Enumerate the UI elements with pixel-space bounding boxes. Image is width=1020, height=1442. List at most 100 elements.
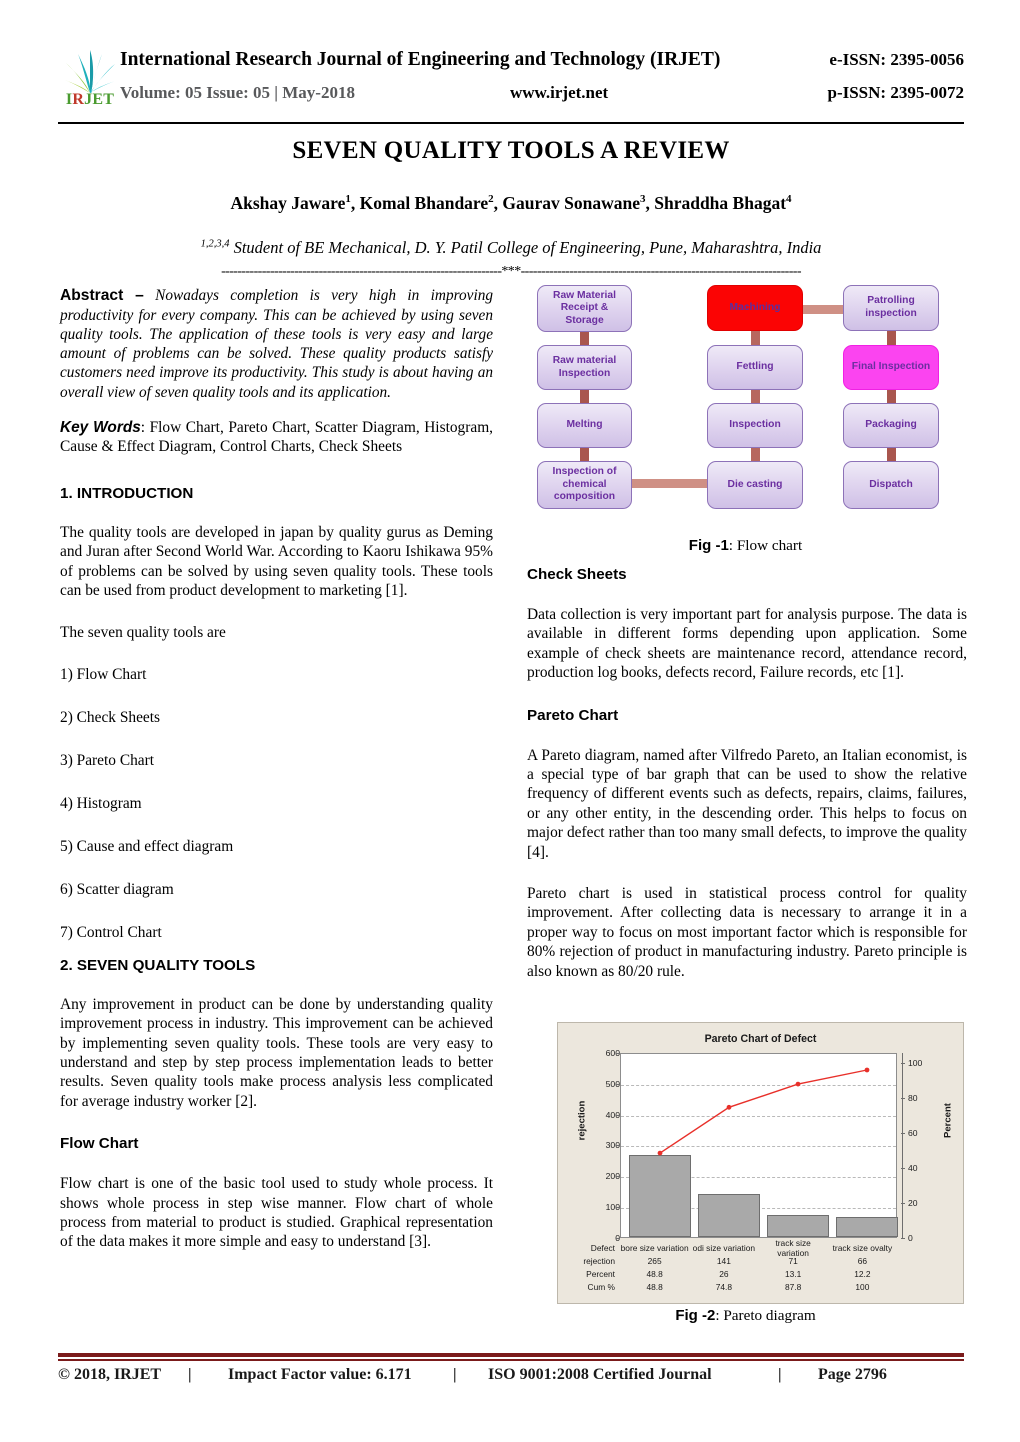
list-item: 3) Pareto Chart	[60, 751, 155, 769]
flow-node-inspection-chemical-composition[interactable]: Inspection of chemical composition	[537, 461, 632, 509]
cell-category-4: track size ovalty	[832, 1242, 893, 1253]
journal-title: International Research Journal of Engine…	[120, 49, 721, 70]
leaf-fan-icon	[62, 50, 118, 93]
flow-node-raw-material-inspection[interactable]: Raw material Inspection	[537, 345, 632, 390]
row-label-defect: Defect	[590, 1242, 615, 1253]
cell-percent-1: 48.8	[646, 1268, 663, 1279]
affiliation-text: Student of BE Mechanical, D. Y. Patil Co…	[233, 238, 822, 257]
table-row: Cum % 48.8 74.8 87.8 100	[558, 1280, 965, 1293]
flow-node-fettling[interactable]: Fettling	[707, 345, 803, 390]
figure-1-label: Fig -1	[688, 537, 729, 554]
y2-axis-tick-60: 60	[908, 1128, 918, 1138]
logo-letter-r: R	[72, 91, 85, 108]
footer-separator-1: |	[188, 1366, 192, 1383]
journal-website-link[interactable]: www.irjet.net	[510, 83, 608, 103]
line-point-3	[795, 1081, 801, 1087]
cell-category-2: odi size variation	[692, 1242, 756, 1253]
masthead-row-2: Volume: 05 Issue: 05 | May-2018 www.irje…	[120, 79, 964, 109]
flow-node-die-casting[interactable]: Die casting	[707, 461, 803, 509]
flow-node-raw-material-receipt[interactable]: Raw Material Receipt & Storage	[537, 285, 632, 332]
cell-cum-3: 87.8	[784, 1281, 802, 1292]
heading-seven-quality-tools: 2. SEVEN QUALITY TOOLS	[60, 956, 256, 974]
document-page: IRJET International Research Journal of …	[0, 0, 1020, 1442]
list-item: 6) Scatter diagram	[60, 880, 174, 898]
line-point-2	[726, 1104, 732, 1110]
cell-percent-4: 12.2	[854, 1268, 871, 1279]
heading-check-sheets: Check Sheets	[527, 566, 627, 583]
author-3: , Gaurav Sonawane	[493, 193, 640, 213]
footer-divider-thick	[58, 1353, 964, 1357]
table-row: rejection 265 141 71 66	[558, 1254, 965, 1267]
y2-axis-tick-80: 80	[908, 1093, 918, 1103]
check-sheets-paragraph-1: Data collection is very important part f…	[527, 606, 967, 682]
cell-rejection-3: 71	[788, 1255, 798, 1266]
footer-copyright: © 2018, IRJET	[58, 1366, 162, 1383]
volume-issue: Volume: 05 Issue: 05 | May-2018	[120, 83, 355, 102]
logo-letter-jet: JET	[84, 91, 115, 108]
flow-node-dispatch[interactable]: Dispatch	[843, 461, 939, 509]
heading-flow-chart: Flow Chart	[60, 1135, 139, 1153]
figure-1-caption-text: : Flow chart	[728, 537, 803, 554]
footer-page-number: Page 2796	[818, 1366, 887, 1383]
keywords-paragraph: Key Words: Flow Chart, Pareto Chart, Sca…	[60, 418, 493, 457]
footer-separator-3: |	[778, 1366, 782, 1383]
flowchart-paragraph-1: Flow chart is one of the basic tool used…	[60, 1175, 493, 1251]
figure-1-caption: Fig -1: Flow chart	[527, 537, 964, 555]
abstract-paragraph: Abstract – Nowadays completion is very h…	[60, 286, 493, 402]
p-issn: p-ISSN: 2395-0072	[827, 83, 965, 102]
list-item: 5) Cause and effect diagram	[60, 837, 234, 855]
figure-2-caption-text: : Pareto diagram	[715, 1307, 816, 1324]
line-point-1	[657, 1150, 663, 1156]
footer-impact-factor: Impact Factor value: 6.171	[228, 1366, 412, 1383]
secondary-y-axis	[902, 1053, 903, 1238]
affiliation-sup: 1,2,3,4	[200, 238, 230, 250]
cell-rejection-2: 141	[716, 1255, 731, 1266]
masthead-row-1: International Research Journal of Engine…	[120, 46, 964, 78]
cell-cum-2: 74.8	[715, 1281, 733, 1292]
author-4: , Shraddha Bhagat	[645, 193, 787, 213]
author-1: Akshay Jaware	[230, 193, 346, 213]
abstract-text: Nowadays completion is very high in impr…	[60, 287, 494, 401]
cell-category-1: bore size variation	[620, 1242, 689, 1253]
irjet-logo-text: IRJET	[58, 92, 122, 108]
row-label-cum-percent: Cum %	[587, 1281, 615, 1292]
flow-node-melting[interactable]: Melting	[537, 403, 632, 448]
cumulative-percent-line	[657, 1067, 870, 1156]
list-item: 7) Control Chart	[60, 923, 162, 941]
pareto-paragraph-1: A Pareto diagram, named after Vilfredo P…	[527, 746, 967, 861]
footer-divider-thin	[58, 1359, 964, 1361]
y2-axis-tick-20: 20	[908, 1198, 918, 1208]
intro-paragraph-2: The seven quality tools are	[60, 624, 226, 642]
page-footer: © 2018, IRJET | Impact Factor value: 6.1…	[58, 1366, 964, 1396]
footer-separator-2: |	[453, 1366, 457, 1383]
cell-percent-3: 13.1	[784, 1268, 802, 1279]
list-item: 1) Flow Chart	[60, 665, 147, 683]
flow-node-packaging[interactable]: Packaging	[843, 403, 939, 448]
flow-node-inspection[interactable]: Inspection	[707, 403, 803, 448]
chart-plot-area	[620, 1053, 898, 1238]
y-axis-label: rejection	[576, 1100, 588, 1141]
secondary-y-axis-label: Percent	[942, 1103, 954, 1138]
chart-title: Pareto Chart of Defect	[704, 1033, 817, 1045]
heading-introduction: 1. INTRODUCTION	[60, 484, 194, 502]
figure-2-caption: Fig -2: Pareto diagram	[527, 1307, 964, 1325]
table-row: Defect bore size variation odi size vari…	[558, 1238, 965, 1258]
page-title: SEVEN QUALITY TOOLS A REVIEW	[292, 137, 730, 164]
section-separator: ----------------------------------------…	[221, 264, 801, 279]
author-4-sup: 4	[786, 193, 792, 206]
cell-rejection-1: 265	[647, 1255, 662, 1266]
heading-pareto-chart: Pareto Chart	[527, 706, 619, 724]
irjet-logo: IRJET	[58, 46, 122, 116]
flow-node-patrolling-inspection[interactable]: Patrolling inspection	[843, 285, 939, 331]
cell-percent-2: 26	[719, 1268, 729, 1279]
e-issn: e-ISSN: 2395-0056	[829, 50, 964, 69]
row-label-rejection: rejection	[583, 1255, 615, 1266]
connector-n4-n5	[631, 479, 707, 488]
flow-node-final-inspection[interactable]: Final Inspection	[843, 345, 939, 390]
cell-rejection-4: 66	[857, 1255, 868, 1266]
connector-n8-n9	[799, 305, 845, 314]
flow-node-machining[interactable]: Machining	[707, 285, 803, 331]
figure-1-flow-chart: Raw Material Receipt & Storage Raw mater…	[527, 283, 964, 520]
row-label-percent: Percent	[586, 1268, 615, 1279]
author-2: , Komal Bhandare	[350, 193, 489, 213]
